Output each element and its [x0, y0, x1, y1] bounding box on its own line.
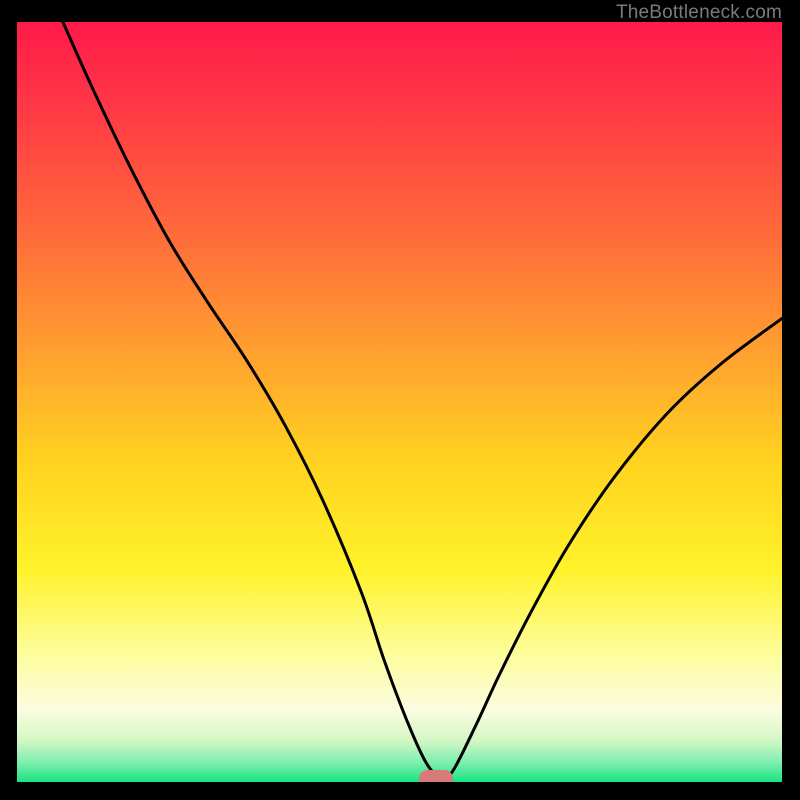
- watermark-text: TheBottleneck.com: [616, 2, 782, 24]
- bottleneck-curve: [17, 22, 782, 782]
- optimum-marker: [419, 770, 453, 782]
- chart-frame: TheBottleneck.com: [0, 0, 800, 800]
- plot-area: [17, 22, 782, 782]
